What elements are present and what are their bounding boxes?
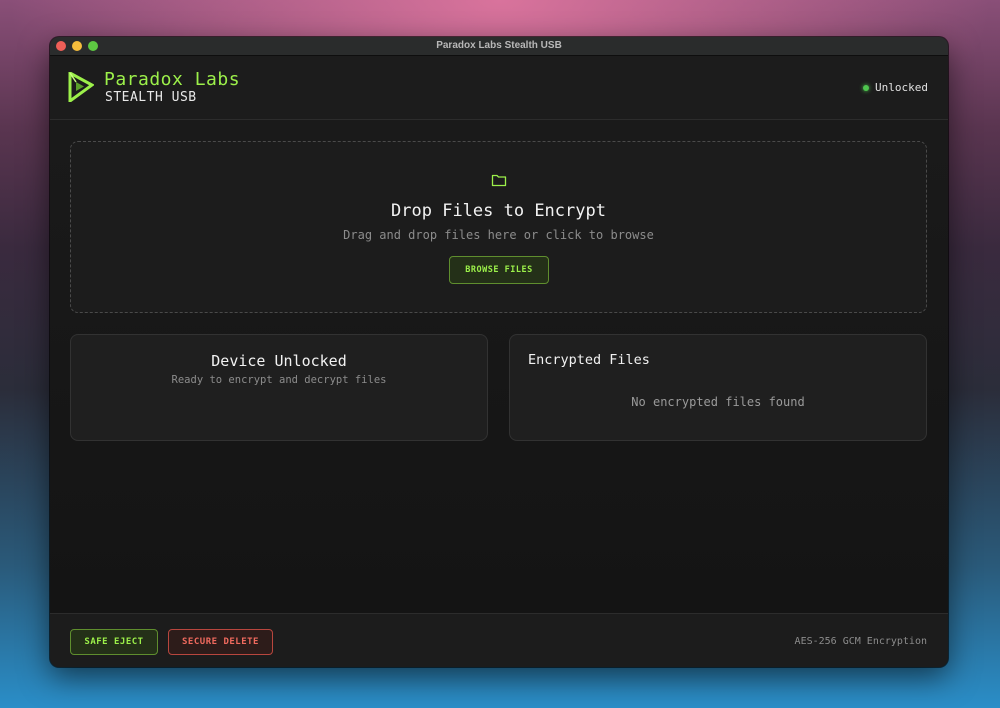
app-footer: SAFE EJECT SECURE DELETE AES-256 GCM Enc… — [50, 613, 948, 667]
safe-eject-button[interactable]: SAFE EJECT — [70, 629, 158, 655]
status-indicator-icon — [863, 84, 870, 91]
title-bar: Paradox Labs Stealth USB — [50, 37, 948, 56]
app-header: Paradox Labs STEALTH USB Unlocked — [50, 56, 948, 120]
device-card-subtitle: Ready to encrypt and decrypt files — [171, 374, 387, 386]
drop-zone-title: Drop Files to Encrypt — [391, 201, 606, 221]
device-status: Unlocked — [863, 81, 928, 94]
brand-subtitle: STEALTH USB — [105, 90, 197, 105]
window-title: Paradox Labs Stealth USB — [436, 40, 562, 51]
encrypted-files-card: Encrypted Files No encrypted files found — [509, 334, 927, 441]
files-empty-message: No encrypted files found — [631, 395, 805, 409]
encryption-info: AES-256 GCM Encryption — [794, 636, 927, 647]
status-label: Unlocked — [875, 81, 928, 94]
device-card-title: Device Unlocked — [211, 352, 347, 370]
secure-delete-button[interactable]: SECURE DELETE — [168, 629, 273, 655]
drop-zone-subtitle: Drag and drop files here or click to bro… — [343, 228, 654, 242]
paradox-logo-icon — [68, 72, 94, 102]
brand-name: Paradox Labs — [104, 69, 241, 90]
browse-files-button[interactable]: BROWSE FILES — [449, 256, 549, 284]
app-window: Paradox Labs Stealth USB Paradox Labs ST… — [50, 37, 948, 667]
main-content: Drop Files to Encrypt Drag and drop file… — [50, 120, 948, 613]
device-status-card: Device Unlocked Ready to encrypt and dec… — [70, 334, 488, 441]
folder-icon — [491, 174, 507, 187]
files-card-title: Encrypted Files — [528, 352, 650, 368]
file-drop-zone[interactable]: Drop Files to Encrypt Drag and drop file… — [70, 141, 927, 313]
